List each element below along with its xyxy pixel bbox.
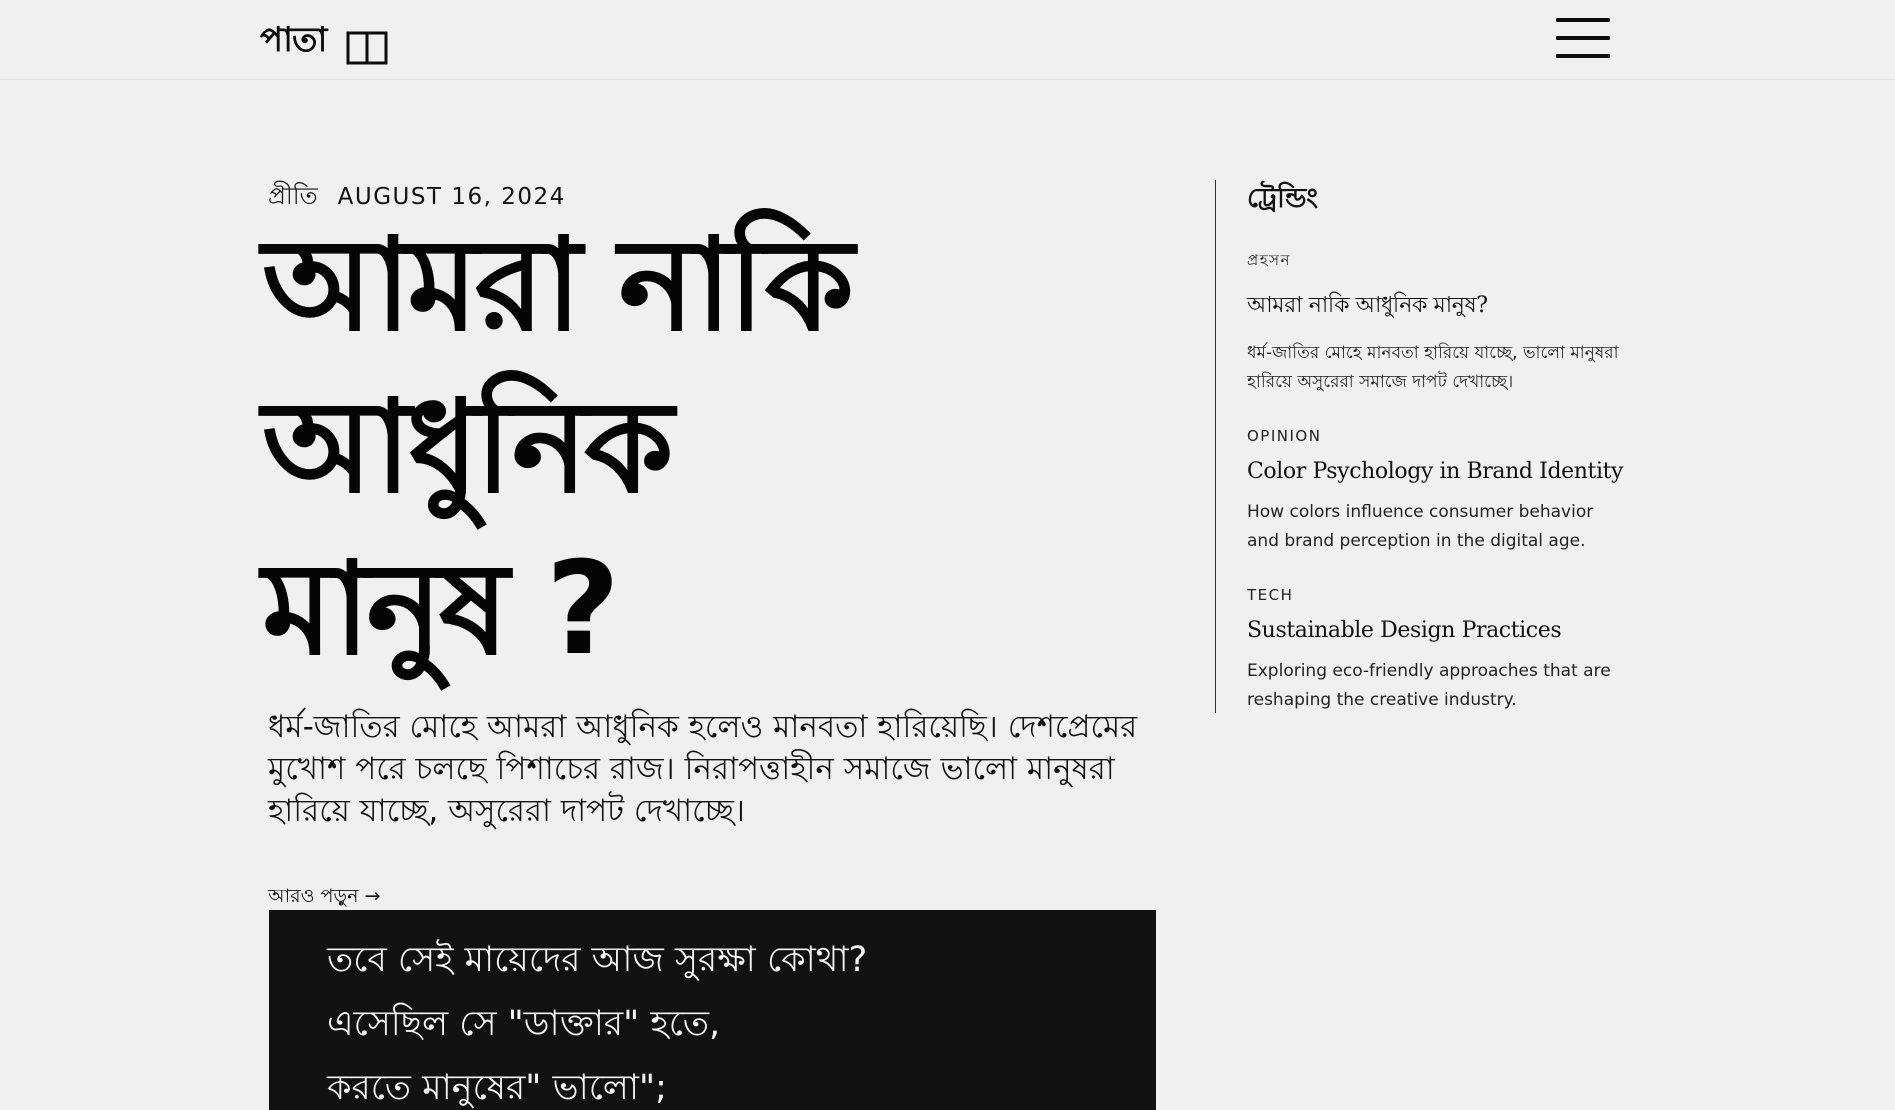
sidebar-divider bbox=[1215, 180, 1216, 713]
quote-block: তবে সেই মায়েদের আজ সুরক্ষা কোথা? এসেছিল… bbox=[269, 910, 1156, 1110]
trending-item: প্রহসন আমরা নাকি আধুনিক মানুষ? ধর্ম-জাতি… bbox=[1247, 249, 1627, 397]
book-icon bbox=[346, 31, 388, 64]
trending-headline[interactable]: Sustainable Design Practices bbox=[1247, 618, 1627, 643]
title-line: মানুষ ? bbox=[262, 535, 620, 684]
title-line: আমরা নাকি bbox=[262, 211, 854, 360]
trending-description: Exploring eco-friendly approaches that a… bbox=[1247, 661, 1611, 710]
article-excerpt: ধর্ম-জাতির মোহে আমরা আধুনিক হলেও মানবতা … bbox=[268, 709, 1138, 829]
trending-sidebar: ট্রেন্ডিং প্রহসন আমরা নাকি আধুনিক মানুষ?… bbox=[1247, 178, 1627, 745]
logo-text: পাতা bbox=[260, 20, 327, 60]
trending-item: TECH Sustainable Design Practices Explor… bbox=[1247, 586, 1627, 715]
site-header: পাতা bbox=[0, 0, 1895, 80]
trending-description: How colors influence consumer behavior a… bbox=[1247, 502, 1594, 551]
trending-category[interactable]: প্রহসন bbox=[1247, 249, 1627, 274]
trending-headline[interactable]: Color Psychology in Brand Identity bbox=[1247, 459, 1627, 484]
site-logo[interactable]: পাতা bbox=[260, 14, 388, 71]
trending-headline[interactable]: আমরা নাকি আধুনিক মানুষ? bbox=[1247, 288, 1627, 325]
trending-category[interactable]: OPINION bbox=[1247, 427, 1627, 445]
menu-bar bbox=[1556, 54, 1610, 58]
trending-description: ধর্ম-জাতির মোহে মানবতা হারিয়ে যাচ্ছে, ভ… bbox=[1247, 343, 1619, 392]
menu-bar bbox=[1556, 18, 1610, 22]
hamburger-menu-icon[interactable] bbox=[1556, 16, 1610, 60]
trending-item: OPINION Color Psychology in Brand Identi… bbox=[1247, 427, 1627, 556]
trending-title: ট্রেন্ডিং bbox=[1247, 183, 1319, 214]
title-line: আধুনিক bbox=[262, 373, 674, 522]
menu-bar bbox=[1556, 36, 1610, 40]
quote-line: করতে মানুষের" ভালো"; bbox=[327, 1068, 667, 1108]
quote-line: এসেছিল সে "ডাক্তার" হতে, bbox=[327, 1004, 721, 1044]
trending-category[interactable]: TECH bbox=[1247, 586, 1627, 604]
article-title[interactable]: আমরা নাকি আধুনিক মানুষ ? bbox=[262, 205, 1022, 691]
quote-line: তবে সেই মায়েদের আজ সুরক্ষা কোথা? bbox=[327, 940, 868, 980]
